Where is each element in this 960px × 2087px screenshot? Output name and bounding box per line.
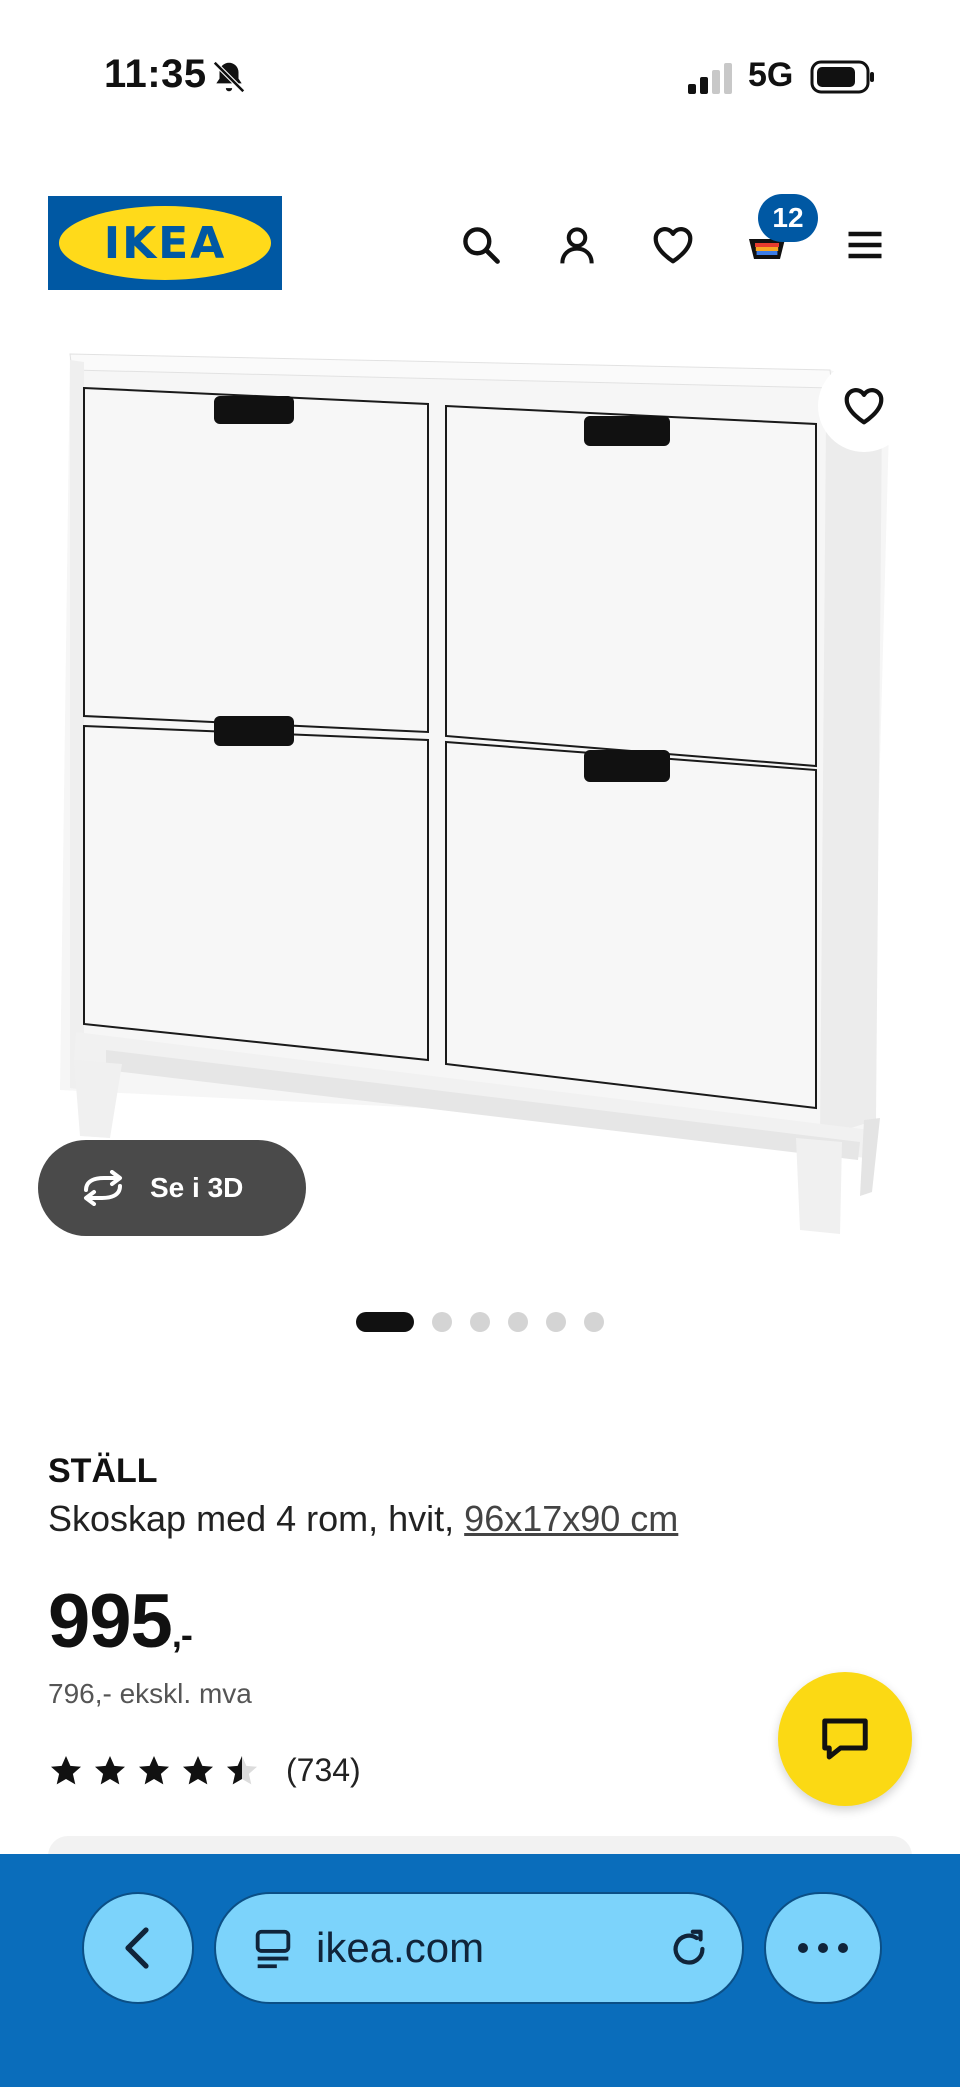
view-in-3d-button[interactable]: Se i 3D — [38, 1140, 306, 1236]
add-to-favorites-button[interactable] — [818, 360, 910, 452]
heart-icon — [844, 388, 884, 425]
carousel-dot[interactable] — [432, 1312, 452, 1332]
product-price: 995,- — [48, 1578, 193, 1665]
more-options-button[interactable] — [764, 1892, 882, 2004]
carousel-dot[interactable] — [470, 1312, 490, 1332]
logo-text: IKEA — [103, 217, 227, 269]
star-icon — [51, 1755, 81, 1784]
rotate-3d-icon — [84, 1170, 122, 1206]
price-value: 995 — [48, 1579, 173, 1664]
image-carousel-dots[interactable] — [0, 1310, 960, 1334]
network-label: 5G — [748, 56, 794, 94]
status-bar: 11:35 5G — [0, 0, 960, 150]
product-description: Skoskap med 4 rom, hvit, 96x17x90 cm — [48, 1498, 678, 1540]
carousel-dot[interactable] — [356, 1312, 414, 1332]
logo-oval: IKEA — [59, 206, 271, 280]
price-excl-vat: 796,- ekskl. mva — [48, 1678, 252, 1709]
url-text: ikea.com — [316, 1924, 485, 1971]
tab-overview-icon — [255, 1929, 291, 1969]
star-icon — [95, 1755, 125, 1784]
silent-bell-icon — [213, 61, 245, 93]
carousel-dot[interactable] — [508, 1312, 528, 1332]
product-name: STÄLL — [48, 1452, 158, 1490]
shoe-cabinet-illustration — [60, 353, 890, 1234]
product-dimensions-link[interactable]: 96x17x90 cm — [464, 1498, 678, 1539]
cart-count-badge: 12 — [758, 194, 818, 242]
status-time: 11:35 — [104, 52, 207, 96]
star-icon — [139, 1755, 169, 1784]
ellipsis-icon — [798, 1943, 848, 1953]
address-bar[interactable]: ikea.com — [214, 1892, 744, 2004]
site-header: IKEA 12 — [0, 190, 960, 300]
product-rating[interactable]: (734) — [48, 1752, 361, 1789]
price-suffix: ,- — [171, 1614, 193, 1655]
view-in-3d-label: Se i 3D — [150, 1172, 244, 1203]
browser-toolbar: ikea.com — [0, 1854, 960, 2087]
chat-button[interactable] — [778, 1672, 912, 1806]
half-star-icon — [227, 1755, 257, 1784]
product-image[interactable] — [0, 330, 960, 1280]
battery-icon — [810, 60, 874, 94]
ikea-logo[interactable]: IKEA — [48, 196, 282, 290]
search-icon[interactable] — [456, 220, 506, 270]
signal-icon — [688, 63, 732, 94]
carousel-dot[interactable] — [584, 1312, 604, 1332]
wishlist-heart-icon[interactable] — [648, 220, 698, 270]
chat-bubble-icon — [822, 1718, 868, 1760]
carousel-dot[interactable] — [546, 1312, 566, 1332]
hamburger-menu-icon[interactable] — [840, 220, 890, 270]
back-button[interactable] — [82, 1892, 194, 2004]
star-icon — [183, 1755, 213, 1784]
account-icon[interactable] — [552, 220, 602, 270]
reload-icon[interactable] — [666, 1926, 712, 1972]
product-description-text: Skoskap med 4 rom, hvit, — [48, 1498, 465, 1539]
rating-count: (734) — [286, 1752, 361, 1788]
chevron-left-icon — [125, 1927, 149, 1969]
